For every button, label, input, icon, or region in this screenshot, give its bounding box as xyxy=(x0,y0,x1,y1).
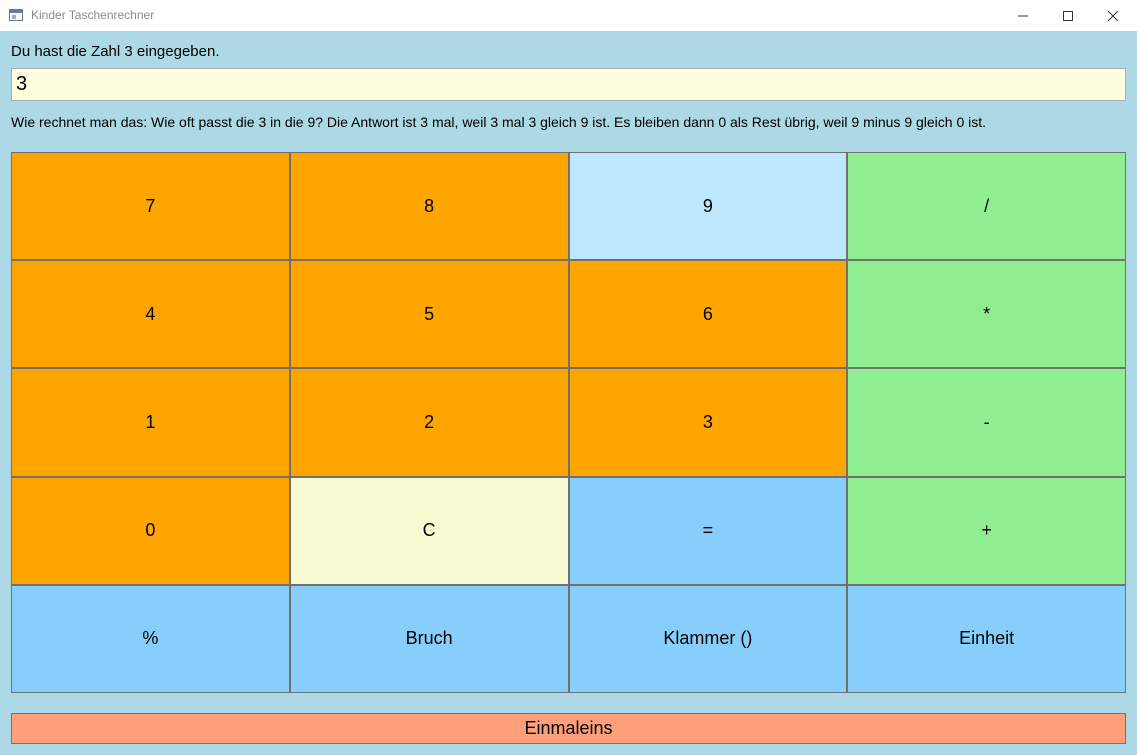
percent-button[interactable]: % xyxy=(11,584,290,693)
plus-button[interactable]: + xyxy=(847,476,1126,585)
button-3[interactable]: 3 xyxy=(568,368,848,477)
equals-button[interactable]: = xyxy=(568,476,848,585)
close-icon xyxy=(1107,10,1119,21)
button-4[interactable]: 4 xyxy=(11,260,290,369)
minimize-button[interactable] xyxy=(1000,0,1046,31)
button-9[interactable]: 9 xyxy=(568,152,848,261)
maximize-icon xyxy=(1063,10,1073,21)
fraction-button[interactable]: Bruch xyxy=(289,584,569,693)
divide-button[interactable]: / xyxy=(847,152,1126,261)
button-1[interactable]: 1 xyxy=(11,368,290,477)
multiplication-table-button[interactable]: Einmaleins xyxy=(11,713,1126,744)
multiply-button[interactable]: * xyxy=(847,260,1126,369)
clear-button[interactable]: C xyxy=(289,476,569,585)
parentheses-button[interactable]: Klammer () xyxy=(568,584,848,693)
minus-button[interactable]: - xyxy=(847,368,1126,477)
title-bar[interactable]: Kinder Taschenrechner xyxy=(0,0,1137,31)
number-display-input[interactable] xyxy=(11,68,1126,101)
button-5[interactable]: 5 xyxy=(289,260,569,369)
calculator-window: Kinder Taschenrechner Du hast die Zahl 3… xyxy=(0,0,1137,755)
unit-button[interactable]: Einheit xyxy=(847,584,1126,693)
app-window-icon xyxy=(9,9,23,21)
keypad: 7 8 9 / 4 5 6 * 1 2 3 - 0 C = + % Bruch … xyxy=(11,152,1126,693)
button-6[interactable]: 6 xyxy=(568,260,848,369)
minimize-icon xyxy=(1018,15,1028,16)
window-title: Kinder Taschenrechner xyxy=(31,8,155,22)
maximize-button[interactable] xyxy=(1045,0,1091,31)
status-label: Du hast die Zahl 3 eingegeben. xyxy=(11,43,220,60)
button-7[interactable]: 7 xyxy=(11,152,290,261)
explanation-text: Wie rechnet man das: Wie oft passt die 3… xyxy=(11,114,987,130)
close-button[interactable] xyxy=(1090,0,1136,31)
button-2[interactable]: 2 xyxy=(289,368,569,477)
button-8[interactable]: 8 xyxy=(289,152,569,261)
button-0[interactable]: 0 xyxy=(11,476,290,585)
